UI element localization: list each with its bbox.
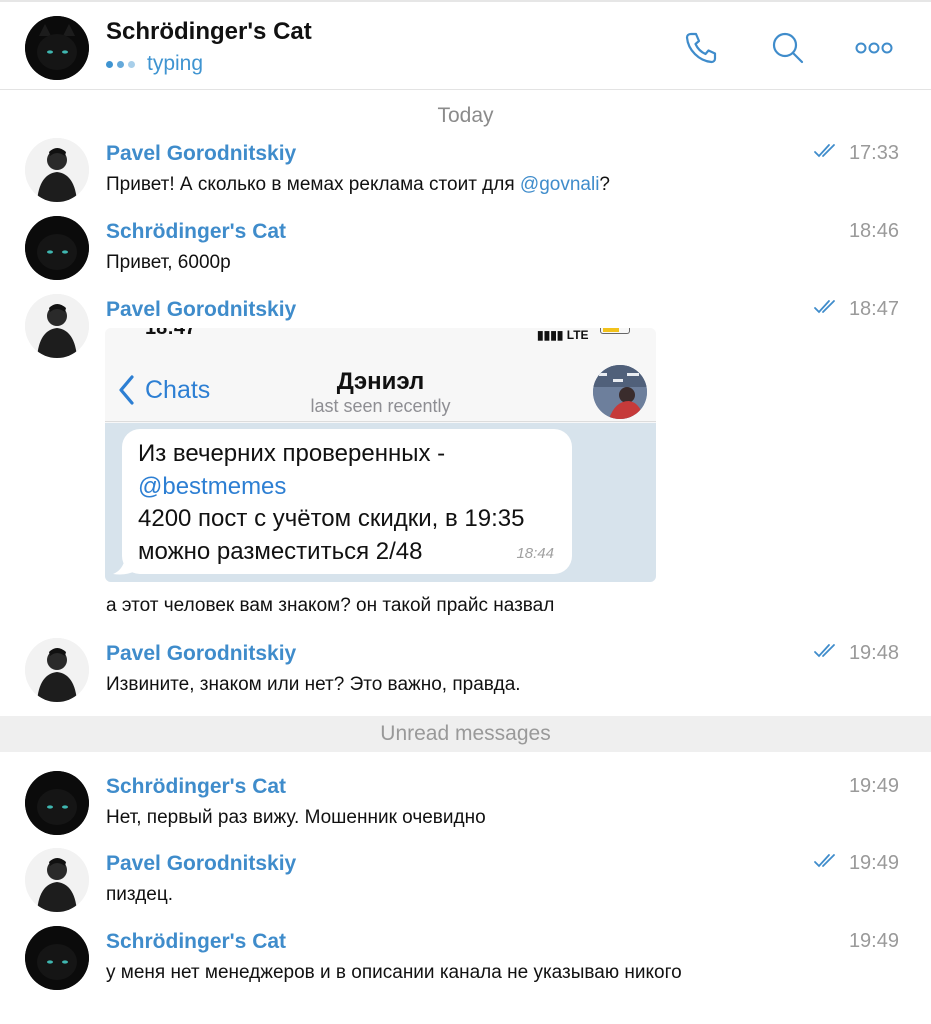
- sender-name[interactable]: Pavel Gorodnitskiy: [106, 852, 296, 876]
- screenshot-contact-avatar: [593, 365, 647, 419]
- avatar[interactable]: [25, 771, 89, 835]
- sender-name[interactable]: Pavel Gorodnitskiy: [106, 298, 296, 322]
- bubble-line: 4200 пост с учётом скидки, в 19:35: [138, 505, 525, 532]
- message-text: Привет, 6000р: [106, 252, 231, 273]
- avatar[interactable]: [25, 638, 89, 702]
- bubble-link: @bestmemes: [138, 472, 287, 500]
- chat-status: typing: [106, 52, 203, 76]
- message-text: у меня нет менеджеров и в описании канал…: [106, 962, 682, 983]
- message-time: 19:49: [849, 930, 899, 953]
- screenshot-chat-status: last seen recently: [310, 396, 451, 416]
- screenshot-message-bubble: Из вечерних проверенных - @bestmemes 420…: [122, 429, 572, 574]
- sender-name[interactable]: Schrödinger's Cat: [106, 220, 286, 244]
- battery-icon: [600, 328, 630, 334]
- message-time: 18:46: [849, 220, 899, 243]
- screenshot-chat-title: Дэниэл: [336, 368, 425, 395]
- search-icon[interactable]: [770, 30, 806, 66]
- read-checks-icon: [813, 142, 841, 165]
- message-time: 17:33: [813, 142, 899, 165]
- message-text: Извините, знаком или нет? Это важно, пра…: [106, 674, 521, 695]
- chat-header: Schrödinger's Cat typing: [0, 0, 931, 90]
- avatar[interactable]: [25, 926, 89, 990]
- message-time: 19:49: [849, 775, 899, 798]
- bubble-line: можно разместиться 2/48: [138, 537, 423, 565]
- time-text: 17:33: [848, 142, 899, 164]
- time-text: 19:49: [848, 930, 899, 952]
- message-time: 19:49: [813, 852, 899, 875]
- time-text: 19:48: [848, 642, 899, 664]
- chat-status-text: typing: [147, 52, 204, 75]
- avatar[interactable]: [25, 138, 89, 202]
- sender-name[interactable]: Pavel Gorodnitskiy: [106, 142, 296, 166]
- screenshot-status-time: 18:47: [145, 328, 197, 339]
- time-text: 19:49: [848, 775, 899, 797]
- time-text: 18:46: [848, 220, 899, 242]
- screenshot-network: LTE: [566, 328, 589, 342]
- phone-icon[interactable]: [683, 30, 719, 66]
- message-caption: а этот человек вам знаком? он такой прай…: [106, 595, 555, 616]
- more-dots-icon[interactable]: [855, 40, 893, 56]
- message-time: 18:47: [813, 298, 899, 321]
- chat-avatar[interactable]: [25, 16, 89, 80]
- typing-indicator-icon: [106, 60, 135, 68]
- sender-name[interactable]: Schrödinger's Cat: [106, 775, 286, 799]
- chat-title[interactable]: Schrödinger's Cat: [106, 18, 312, 46]
- sender-name[interactable]: Schrödinger's Cat: [106, 930, 286, 954]
- message-time: 19:48: [813, 642, 899, 665]
- message-text: Нет, первый раз вижу. Мошенник очевидно: [106, 807, 486, 828]
- time-text: 19:49: [848, 852, 899, 874]
- bubble-time: 18:44: [516, 545, 554, 562]
- attached-screenshot[interactable]: 18:47 ▮▮▮▮ LTE Chats Дэниэл last seen re…: [105, 328, 656, 582]
- message-text: пиздец.: [106, 884, 174, 905]
- read-checks-icon: [813, 642, 841, 665]
- message-text: Привет! А сколько в мемах реклама стоит …: [106, 174, 610, 196]
- mention-link[interactable]: @govnali: [520, 174, 600, 195]
- read-checks-icon: [813, 298, 841, 321]
- avatar[interactable]: [25, 294, 89, 358]
- screenshot-signal: ▮▮▮▮ LTE: [537, 328, 589, 342]
- read-checks-icon: [813, 852, 841, 875]
- bubble-line: Из вечерних проверенных -: [138, 440, 446, 467]
- message-text-part: ?: [599, 174, 610, 195]
- message-text-part: Привет! А сколько в мемах реклама стоит …: [106, 174, 520, 195]
- date-separator: Today: [437, 104, 494, 127]
- unread-messages-separator: Unread messages: [0, 716, 931, 752]
- avatar[interactable]: [25, 848, 89, 912]
- avatar[interactable]: [25, 216, 89, 280]
- sender-name[interactable]: Pavel Gorodnitskiy: [106, 642, 296, 666]
- time-text: 18:47: [848, 298, 899, 320]
